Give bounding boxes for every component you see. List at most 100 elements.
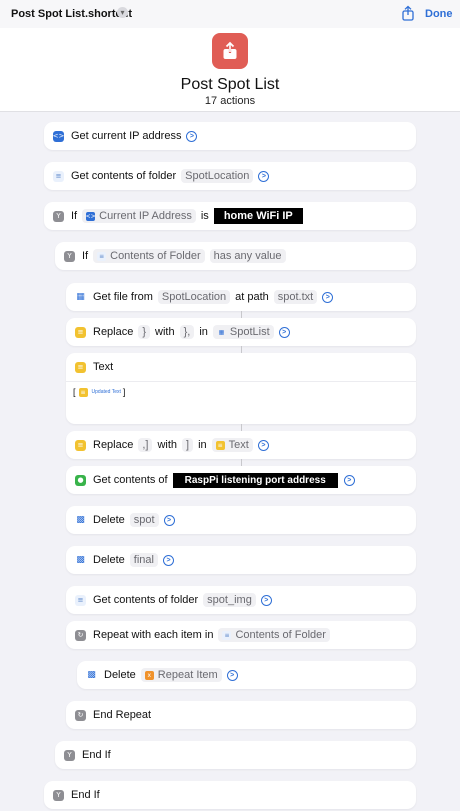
path-token[interactable]: spot.txt bbox=[273, 290, 318, 304]
network-icon: <> bbox=[85, 211, 96, 221]
action-text[interactable]: ≡ Text [ ≡ Updated Text ] bbox=[66, 353, 416, 424]
action-end-if-outer[interactable]: Y End If bbox=[44, 781, 416, 809]
redacted-value[interactable]: home WiFi IP bbox=[213, 208, 303, 224]
trash-icon: ▩ bbox=[87, 670, 96, 680]
action-get-ip[interactable]: <> Get current IP address > bbox=[44, 122, 416, 150]
find-token[interactable]: ,] bbox=[138, 438, 153, 452]
action-label: End If bbox=[71, 789, 100, 801]
info-icon[interactable]: > bbox=[278, 326, 290, 338]
action-label: End If bbox=[82, 749, 111, 761]
item-token[interactable]: spot bbox=[129, 513, 159, 527]
shortcut-app-icon[interactable] bbox=[212, 33, 248, 69]
info-icon[interactable]: > bbox=[260, 594, 272, 606]
if-keyword: If bbox=[82, 250, 89, 262]
info-icon[interactable]: > bbox=[226, 669, 238, 681]
shortcut-file-title[interactable]: Post Spot List.shortcut bbox=[11, 8, 132, 20]
text-content[interactable]: [ ≡ Updated Text ] bbox=[73, 387, 125, 397]
chevron-down-icon[interactable]: ▾ bbox=[117, 7, 128, 18]
repeat-icon: ↻ bbox=[75, 629, 86, 641]
shortcut-header: Post Spot List 17 actions bbox=[0, 28, 460, 112]
replace-token[interactable]: ] bbox=[182, 438, 194, 452]
action-delete-spot[interactable]: ▩ Delete spot > bbox=[66, 506, 416, 534]
info-icon[interactable]: > bbox=[258, 170, 270, 182]
done-button[interactable]: Done bbox=[425, 8, 453, 20]
action-delete-final[interactable]: ▩ Delete final > bbox=[66, 546, 416, 574]
text-icon: ≡ bbox=[78, 387, 88, 397]
info-icon[interactable]: > bbox=[322, 291, 334, 303]
top-bar: Post Spot List.shortcut ▾ Done bbox=[0, 0, 460, 28]
variable-token[interactable]: ≡ Contents of Folder bbox=[93, 249, 205, 263]
connector-line bbox=[241, 459, 242, 466]
folder-icon: ▦ bbox=[218, 328, 225, 336]
divider bbox=[66, 381, 416, 382]
if-keyword: If bbox=[71, 210, 78, 222]
condition-token[interactable]: has any value bbox=[209, 249, 286, 263]
text-icon: ≡ bbox=[215, 440, 225, 450]
action-count: 17 actions bbox=[204, 95, 256, 107]
action-label: Get contents of folder bbox=[71, 170, 177, 182]
action-end-repeat[interactable]: ↻ End Repeat bbox=[66, 701, 416, 729]
trash-icon: ▩ bbox=[76, 515, 85, 525]
action-label: Replace bbox=[93, 439, 134, 451]
folder-token[interactable]: SpotLocation bbox=[157, 290, 231, 304]
target-label: SpotList bbox=[229, 326, 270, 338]
item-token[interactable]: final bbox=[129, 553, 158, 567]
action-end-if-inner[interactable]: Y End If bbox=[55, 741, 416, 769]
action-label: Replace bbox=[93, 326, 134, 338]
redacted-url[interactable]: RaspPi listening port address bbox=[172, 472, 338, 488]
action-label: Text bbox=[93, 361, 114, 373]
action-if-folder[interactable]: Y If ≡ Contents of Folder has any value bbox=[55, 242, 416, 270]
info-icon[interactable]: > bbox=[186, 130, 198, 142]
connector-line bbox=[241, 311, 242, 318]
action-label: Get file from bbox=[93, 291, 153, 303]
action-get-url-contents[interactable]: ● Get contents of RaspPi listening port … bbox=[66, 466, 416, 494]
action-get-folder-contents-2[interactable]: ≡ Get contents of folder spot_img > bbox=[66, 586, 416, 614]
share-icon bbox=[223, 41, 237, 59]
action-delete-repeat-item[interactable]: ▩ Delete x Repeat Item > bbox=[77, 661, 416, 689]
condition-icon: Y bbox=[53, 210, 64, 222]
shortcut-name[interactable]: Post Spot List bbox=[0, 76, 460, 94]
globe-icon: ● bbox=[75, 474, 86, 486]
folder-list-icon: ≡ bbox=[53, 170, 64, 182]
info-icon[interactable]: > bbox=[257, 439, 269, 451]
folder-list-icon: ≡ bbox=[75, 594, 86, 606]
folder-list-icon: ≡ bbox=[222, 630, 232, 640]
item-token[interactable]: x Repeat Item bbox=[140, 668, 222, 682]
text-icon: ≡ bbox=[75, 361, 86, 373]
open-bracket: [ bbox=[73, 387, 76, 397]
target-token[interactable]: ≡ Text bbox=[211, 438, 253, 452]
trash-icon: ▩ bbox=[76, 555, 85, 565]
action-if-ip[interactable]: Y If <> Current IP Address is home WiFi I… bbox=[44, 202, 416, 230]
replace-token[interactable]: }, bbox=[179, 325, 195, 339]
action-label: Delete bbox=[93, 514, 125, 526]
folder-token[interactable]: spot_img bbox=[203, 593, 256, 607]
variable-label: Current IP Address bbox=[99, 210, 192, 222]
action-label: Repeat with each item in bbox=[93, 629, 214, 641]
text-icon: ≡ bbox=[75, 326, 86, 338]
action-replace-1[interactable]: ≡ Replace } with }, in ▦ SpotList > bbox=[66, 318, 416, 346]
repeat-item-icon: x bbox=[144, 670, 154, 680]
info-icon[interactable]: > bbox=[343, 474, 355, 486]
action-get-folder-contents[interactable]: ≡ Get contents of folder SpotLocation > bbox=[44, 162, 416, 190]
folder-token[interactable]: SpotLocation bbox=[181, 169, 254, 183]
connector-line bbox=[241, 424, 242, 431]
action-repeat[interactable]: ↻ Repeat with each item in ≡ Contents of … bbox=[66, 621, 416, 649]
action-replace-2[interactable]: ≡ Replace ,] with ] in ≡ Text > bbox=[66, 431, 416, 459]
operator-label[interactable]: is bbox=[201, 210, 209, 222]
variable-token[interactable]: <> Current IP Address bbox=[82, 209, 196, 223]
target-token[interactable]: ▦ SpotList bbox=[212, 325, 274, 339]
with-label: with bbox=[155, 326, 175, 338]
action-get-file[interactable]: ▦ Get file from SpotLocation at path spo… bbox=[66, 283, 416, 311]
close-bracket: ] bbox=[122, 387, 126, 397]
action-label: Get contents of folder bbox=[93, 594, 199, 606]
with-label: with bbox=[157, 439, 178, 451]
find-token[interactable]: } bbox=[138, 325, 151, 339]
info-icon[interactable]: > bbox=[163, 514, 175, 526]
in-label: in bbox=[199, 326, 208, 338]
source-token[interactable]: ≡ Contents of Folder bbox=[218, 628, 330, 642]
action-label: Get contents of bbox=[93, 474, 168, 486]
source-label: Contents of Folder bbox=[235, 629, 326, 641]
info-icon[interactable]: > bbox=[162, 554, 174, 566]
connector-line bbox=[241, 346, 242, 353]
share-icon[interactable] bbox=[400, 5, 416, 21]
